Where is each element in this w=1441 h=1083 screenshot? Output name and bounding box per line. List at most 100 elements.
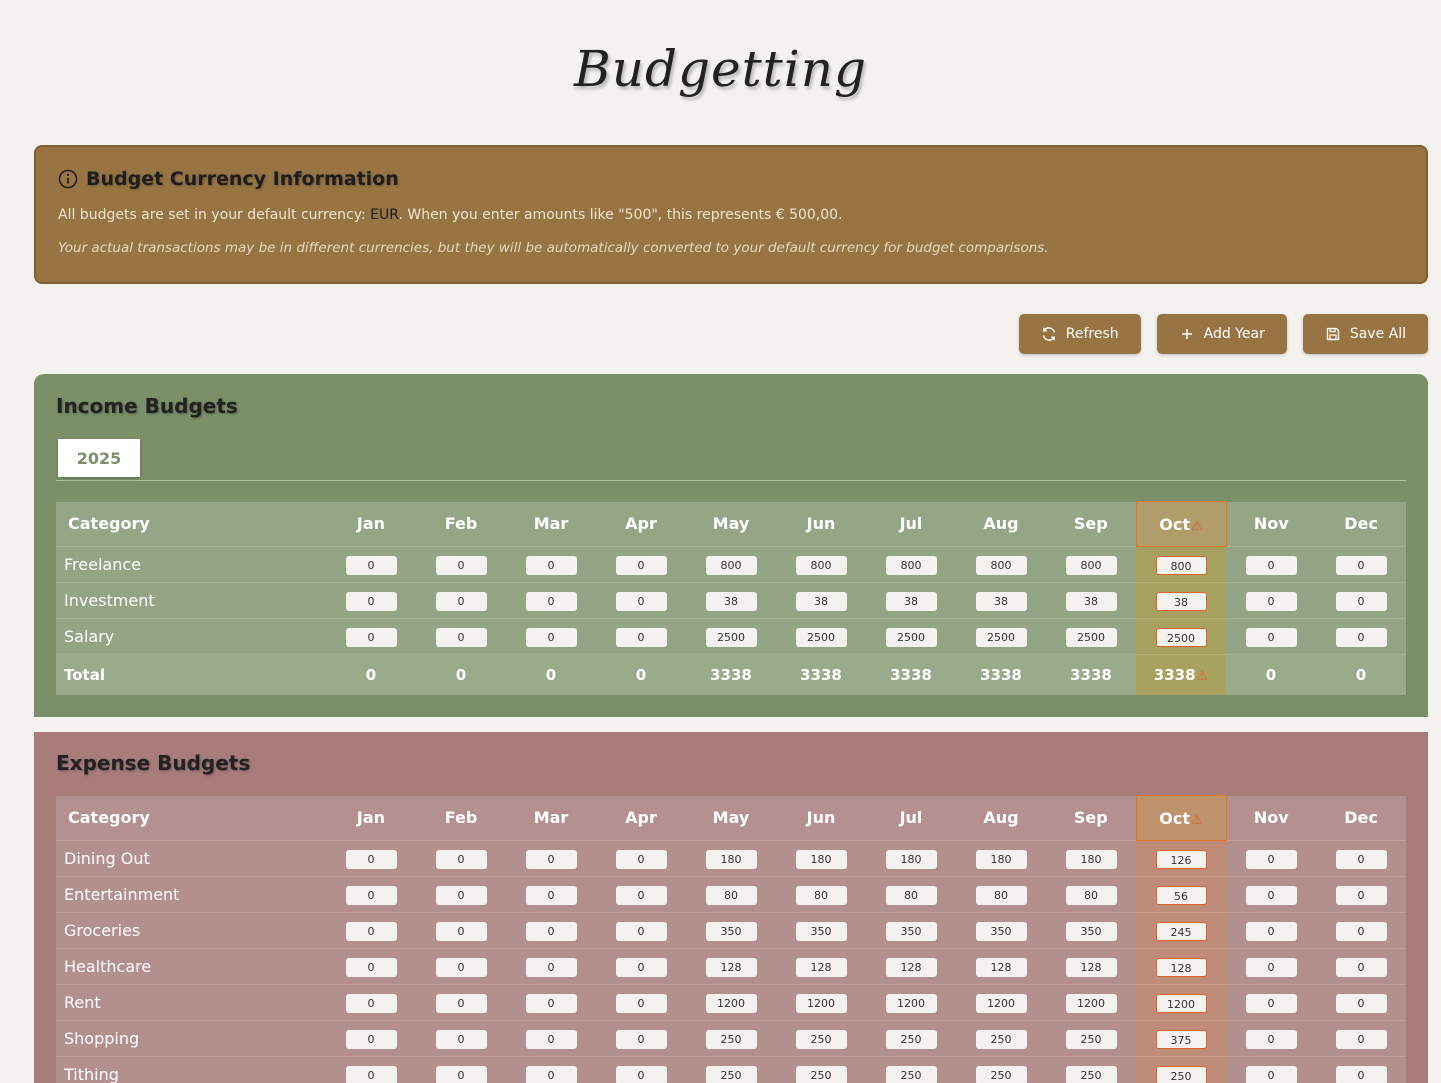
budget-input[interactable]: 38	[1065, 592, 1117, 611]
budget-input[interactable]: 0	[345, 994, 397, 1013]
budget-input[interactable]: 128	[705, 958, 757, 977]
budget-input[interactable]: 0	[1335, 1030, 1387, 1049]
budget-input[interactable]: 0	[435, 628, 487, 647]
budget-input[interactable]: 128	[885, 958, 937, 977]
budget-input[interactable]: 0	[435, 958, 487, 977]
budget-input[interactable]: 38	[795, 592, 847, 611]
budget-input[interactable]: 0	[615, 850, 667, 869]
budget-input[interactable]: 0	[525, 994, 577, 1013]
budget-input[interactable]: 250	[975, 1030, 1027, 1049]
budget-input[interactable]: 250	[885, 1030, 937, 1049]
budget-input[interactable]: 800	[975, 556, 1027, 575]
budget-input[interactable]: 80	[885, 886, 937, 905]
budget-input[interactable]: 2500	[795, 628, 847, 647]
budget-input[interactable]: 350	[975, 922, 1027, 941]
budget-input[interactable]: 800	[1155, 555, 1207, 575]
budget-input[interactable]: 1200	[975, 994, 1027, 1013]
budget-input[interactable]: 0	[1335, 628, 1387, 647]
budget-input[interactable]: 0	[435, 1066, 487, 1083]
budget-input[interactable]: 2500	[705, 628, 757, 647]
budget-input[interactable]: 350	[705, 922, 757, 941]
budget-input[interactable]: 0	[345, 592, 397, 611]
budget-input[interactable]: 2500	[975, 628, 1027, 647]
budget-input[interactable]: 0	[525, 958, 577, 977]
budget-input[interactable]: 350	[885, 922, 937, 941]
budget-input[interactable]: 128	[1065, 958, 1117, 977]
budget-input[interactable]: 375	[1155, 1029, 1207, 1049]
budget-input[interactable]: 38	[705, 592, 757, 611]
budget-input[interactable]: 250	[1065, 1030, 1117, 1049]
budget-input[interactable]: 0	[615, 994, 667, 1013]
budget-input[interactable]: 38	[885, 592, 937, 611]
budget-input[interactable]: 250	[705, 1066, 757, 1083]
budget-input[interactable]: 0	[1335, 1066, 1387, 1083]
budget-input[interactable]: 250	[795, 1066, 847, 1083]
budget-input[interactable]: 0	[435, 1030, 487, 1049]
budget-input[interactable]: 0	[1335, 994, 1387, 1013]
budget-input[interactable]: 800	[795, 556, 847, 575]
budget-input[interactable]: 1200	[885, 994, 937, 1013]
budget-input[interactable]: 0	[345, 922, 397, 941]
budget-input[interactable]: 350	[795, 922, 847, 941]
budget-input[interactable]: 250	[705, 1030, 757, 1049]
budget-input[interactable]: 0	[345, 850, 397, 869]
budget-input[interactable]: 0	[615, 1066, 667, 1083]
budget-input[interactable]: 38	[975, 592, 1027, 611]
budget-input[interactable]: 180	[1065, 850, 1117, 869]
budget-input[interactable]: 1200	[705, 994, 757, 1013]
budget-input[interactable]: 250	[1155, 1065, 1207, 1083]
budget-input[interactable]: 0	[1335, 850, 1387, 869]
budget-input[interactable]: 0	[1245, 592, 1297, 611]
budget-input[interactable]: 0	[345, 1030, 397, 1049]
refresh-button[interactable]: Refresh	[1018, 314, 1141, 354]
budget-input[interactable]: 1200	[1065, 994, 1117, 1013]
budget-input[interactable]: 0	[1245, 994, 1297, 1013]
budget-input[interactable]: 0	[1245, 556, 1297, 575]
budget-input[interactable]: 0	[435, 994, 487, 1013]
budget-input[interactable]: 800	[885, 556, 937, 575]
budget-input[interactable]: 0	[525, 1066, 577, 1083]
budget-input[interactable]: 80	[795, 886, 847, 905]
budget-input[interactable]: 80	[705, 886, 757, 905]
budget-input[interactable]: 0	[615, 958, 667, 977]
budget-input[interactable]: 0	[615, 628, 667, 647]
budget-input[interactable]: 0	[435, 850, 487, 869]
budget-input[interactable]: 0	[525, 886, 577, 905]
budget-input[interactable]: 0	[525, 1030, 577, 1049]
budget-input[interactable]: 0	[1245, 628, 1297, 647]
budget-input[interactable]: 38	[1155, 591, 1207, 611]
budget-input[interactable]: 0	[1335, 592, 1387, 611]
budget-input[interactable]: 126	[1155, 849, 1207, 869]
budget-input[interactable]: 1200	[795, 994, 847, 1013]
budget-input[interactable]: 0	[1335, 556, 1387, 575]
budget-input[interactable]: 180	[885, 850, 937, 869]
budget-input[interactable]: 350	[1065, 922, 1117, 941]
add-year-button[interactable]: Add Year	[1156, 314, 1287, 354]
budget-input[interactable]: 56	[1155, 885, 1207, 905]
budget-input[interactable]: 0	[345, 556, 397, 575]
budget-input[interactable]: 0	[615, 592, 667, 611]
budget-input[interactable]: 0	[435, 922, 487, 941]
budget-input[interactable]: 0	[1335, 886, 1387, 905]
budget-input[interactable]: 0	[525, 628, 577, 647]
budget-input[interactable]: 0	[525, 556, 577, 575]
budget-input[interactable]: 0	[1335, 922, 1387, 941]
budget-input[interactable]: 0	[615, 922, 667, 941]
budget-input[interactable]: 250	[1065, 1066, 1117, 1083]
budget-input[interactable]: 0	[1245, 922, 1297, 941]
budget-input[interactable]: 0	[345, 886, 397, 905]
budget-input[interactable]: 0	[615, 886, 667, 905]
budget-input[interactable]: 0	[1245, 1030, 1297, 1049]
budget-input[interactable]: 2500	[1155, 627, 1207, 647]
budget-input[interactable]: 800	[1065, 556, 1117, 575]
year-tab-2025[interactable]: 2025	[58, 439, 140, 477]
budget-input[interactable]: 0	[435, 886, 487, 905]
budget-input[interactable]: 250	[795, 1030, 847, 1049]
budget-input[interactable]: 80	[975, 886, 1027, 905]
budget-input[interactable]: 0	[1245, 850, 1297, 869]
budget-input[interactable]: 128	[1155, 957, 1207, 977]
budget-input[interactable]: 2500	[885, 628, 937, 647]
budget-input[interactable]: 0	[615, 556, 667, 575]
budget-input[interactable]: 80	[1065, 886, 1117, 905]
budget-input[interactable]: 800	[705, 556, 757, 575]
